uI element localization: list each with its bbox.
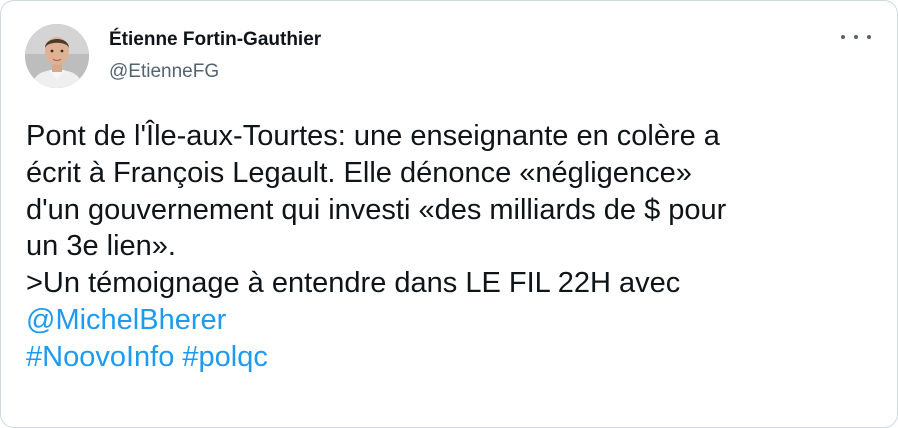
more-options-icon[interactable] (841, 27, 871, 47)
tweet-text-line: >Un témoignage à entendre dans LE FIL 22… (26, 267, 681, 300)
author-display-name[interactable]: Étienne Fortin-Gauthier (109, 29, 321, 51)
avatar-image (25, 24, 89, 88)
tweet-card: Étienne Fortin-Gauthier @EtienneFG Pont … (0, 0, 898, 428)
hashtag-link[interactable]: #polqc (182, 341, 267, 373)
tweet-text-line: écrit à François Legault. Elle dénonce «… (26, 156, 692, 189)
tweet-text-line: d'un gouvernement qui investi «des milli… (26, 193, 727, 226)
avatar[interactable] (25, 24, 89, 88)
more-dot (841, 35, 845, 39)
tweet-text-line: Pont de l'Île-aux-Tourtes: une enseignan… (26, 120, 720, 152)
tweet-text: Pont de l'Île-aux-Tourtes: une enseignan… (26, 118, 876, 376)
mention-link[interactable]: @MichelBherer (26, 304, 226, 336)
hashtag-line: #NoovoInfo #polqc (26, 339, 876, 376)
hashtag-link[interactable]: #NoovoInfo (26, 341, 174, 373)
mention-line: @MichelBherer (26, 302, 876, 339)
more-dot (867, 35, 871, 39)
tweet-text-line: un 3e lien». (26, 230, 176, 263)
more-dot (854, 35, 858, 39)
author-handle[interactable]: @EtienneFG (109, 61, 219, 83)
